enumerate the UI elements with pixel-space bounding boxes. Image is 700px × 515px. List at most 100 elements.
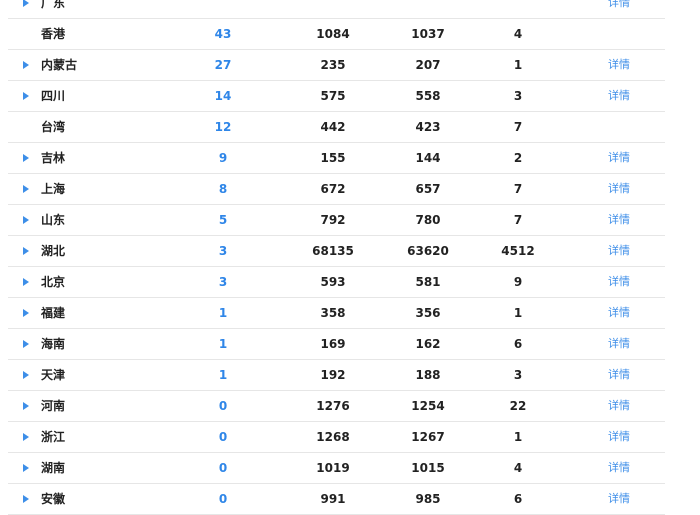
region-value-1: 169	[320, 337, 346, 351]
detail-link[interactable]: 详情	[604, 81, 634, 111]
region-value-1: 235	[320, 58, 346, 72]
region-value-1: 593	[320, 275, 346, 289]
region-value-2: 780	[415, 213, 441, 227]
region-value-3: 1	[513, 58, 523, 72]
detail-link[interactable]: 详情	[604, 329, 634, 359]
region-value-2: 1015	[411, 461, 445, 475]
region-value-2: 63620	[407, 244, 449, 258]
expand-arrow-icon[interactable]	[23, 0, 29, 7]
region-value-1: 1084	[316, 27, 350, 41]
region-count: 0	[218, 492, 228, 506]
region-value-3: 7	[513, 182, 523, 196]
detail-link[interactable]: 详情	[604, 50, 634, 80]
expand-arrow-icon[interactable]	[23, 92, 29, 100]
table-row[interactable]: 湖北 3 68135 63620 4512 详情	[8, 236, 665, 267]
region-name: 广东	[41, 0, 66, 10]
region-name: 上海	[41, 182, 66, 196]
region-value-3: 3	[513, 368, 523, 382]
region-name: 浙江	[41, 430, 66, 444]
region-value-1: 68135	[312, 244, 354, 258]
region-value-2: 581	[415, 275, 441, 289]
detail-link[interactable]: 详情	[604, 298, 634, 328]
region-value-3: 4	[513, 461, 523, 475]
expand-arrow-icon[interactable]	[23, 61, 29, 69]
region-value-2: 188	[415, 368, 441, 382]
region-stats-table: 广东 详情 香港 43 1084 1037 4 内蒙古 27 235 207 1…	[8, 0, 665, 515]
region-value-1: 155	[320, 151, 346, 165]
region-value-3: 22	[509, 399, 527, 413]
expand-arrow-icon[interactable]	[23, 371, 29, 379]
expand-arrow-icon[interactable]	[23, 185, 29, 193]
table-row[interactable]: 北京 3 593 581 9 详情	[8, 267, 665, 298]
expand-arrow-icon[interactable]	[23, 216, 29, 224]
region-value-1: 1276	[316, 399, 350, 413]
expand-arrow-icon[interactable]	[23, 247, 29, 255]
expand-arrow-icon[interactable]	[23, 464, 29, 472]
region-value-2: 1037	[411, 27, 445, 41]
table-row[interactable]: 内蒙古 27 235 207 1 详情	[8, 50, 665, 81]
expand-arrow-icon[interactable]	[23, 495, 29, 503]
region-count: 14	[214, 89, 232, 103]
table-row[interactable]: 上海 8 672 657 7 详情	[8, 174, 665, 205]
expand-arrow-icon[interactable]	[23, 340, 29, 348]
region-value-1: 991	[320, 492, 346, 506]
expand-arrow-icon[interactable]	[23, 402, 29, 410]
expand-arrow-icon[interactable]	[23, 278, 29, 286]
expand-arrow-icon[interactable]	[23, 433, 29, 441]
region-name: 吉林	[41, 151, 66, 165]
table-row[interactable]: 四川 14 575 558 3 详情	[8, 81, 665, 112]
region-count: 1	[218, 337, 228, 351]
table-row[interactable]: 山东 5 792 780 7 详情	[8, 205, 665, 236]
detail-link[interactable]: 详情	[604, 236, 634, 266]
table-row[interactable]: 香港 43 1084 1037 4	[8, 19, 665, 50]
region-value-1: 358	[320, 306, 346, 320]
region-value-2: 356	[415, 306, 441, 320]
region-count: 1	[218, 368, 228, 382]
detail-link[interactable]: 详情	[604, 360, 634, 390]
expand-arrow-icon[interactable]	[23, 309, 29, 317]
region-value-2: 423	[415, 120, 441, 134]
region-value-3	[488, 0, 548, 18]
region-name: 福建	[41, 306, 66, 320]
detail-link[interactable]: 详情	[604, 0, 634, 18]
table-row[interactable]: 浙江 0 1268 1267 1 详情	[8, 422, 665, 453]
region-value-2: 1254	[411, 399, 445, 413]
detail-link[interactable]: 详情	[604, 453, 634, 483]
detail-link[interactable]: 详情	[604, 267, 634, 297]
table-row-partial[interactable]: 广东 详情	[8, 0, 665, 19]
region-count: 5	[218, 213, 228, 227]
table-row[interactable]: 福建 1 358 356 1 详情	[8, 298, 665, 329]
detail-link[interactable]: 详情	[604, 484, 634, 514]
table-row[interactable]: 吉林 9 155 144 2 详情	[8, 143, 665, 174]
table-row[interactable]: 天津 1 192 188 3 详情	[8, 360, 665, 391]
region-value-1: 1019	[316, 461, 350, 475]
region-value-1: 1268	[316, 430, 350, 444]
region-count: 27	[214, 58, 232, 72]
detail-link[interactable]: 详情	[604, 422, 634, 452]
region-value-2: 558	[415, 89, 441, 103]
region-value-3: 4512	[501, 244, 535, 258]
region-value-3: 6	[513, 492, 523, 506]
detail-link[interactable]: 详情	[604, 143, 634, 173]
region-count: 43	[214, 27, 232, 41]
region-value-3: 1	[513, 430, 523, 444]
region-name: 湖南	[41, 461, 66, 475]
region-value-1: 672	[320, 182, 346, 196]
table-row[interactable]: 海南 1 169 162 6 详情	[8, 329, 665, 360]
region-value-1: 792	[320, 213, 346, 227]
region-name: 北京	[41, 275, 66, 289]
table-row[interactable]: 台湾 12 442 423 7	[8, 112, 665, 143]
region-name: 山东	[41, 213, 66, 227]
detail-link[interactable]: 详情	[604, 205, 634, 235]
region-value-3: 7	[513, 120, 523, 134]
region-value-3: 2	[513, 151, 523, 165]
detail-link[interactable]: 详情	[604, 391, 634, 421]
detail-link[interactable]: 详情	[604, 174, 634, 204]
table-row[interactable]: 湖南 0 1019 1015 4 详情	[8, 453, 665, 484]
expand-arrow-icon[interactable]	[23, 154, 29, 162]
region-value-1	[303, 0, 363, 18]
table-row[interactable]: 河南 0 1276 1254 22 详情	[8, 391, 665, 422]
region-count	[203, 0, 243, 18]
region-name: 四川	[41, 89, 66, 103]
region-name: 香港	[41, 27, 66, 41]
